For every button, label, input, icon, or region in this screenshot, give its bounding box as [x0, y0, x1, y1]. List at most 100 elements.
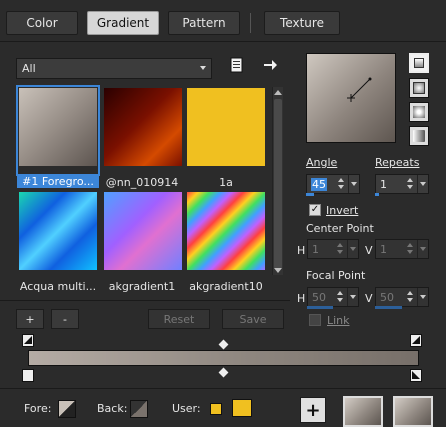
scroll-down-icon[interactable] [274, 268, 282, 273]
gradient-label: Acqua multi... [19, 280, 97, 293]
gradient-label: akgradient10 [189, 280, 263, 293]
gradient-swatch[interactable] [16, 85, 100, 176]
invert-label: Invert [326, 204, 358, 217]
category-dropdown[interactable]: All [16, 58, 212, 79]
gradient-swatch[interactable] [103, 87, 183, 174]
tab-gradient[interactable]: Gradient [87, 11, 159, 35]
focal-h-slider[interactable] [307, 306, 333, 309]
tab-separator [250, 13, 251, 33]
recent-gradient-2[interactable] [393, 396, 433, 427]
link-checkbox[interactable] [309, 314, 321, 326]
opacity-midpoint[interactable] [218, 339, 229, 350]
center-h-stepper[interactable] [335, 240, 346, 258]
list-divider [0, 300, 290, 301]
gradient-label: akgradient1 [108, 280, 176, 293]
button-label: Save [239, 312, 267, 326]
link-label-text: Link [327, 314, 350, 327]
add-gradient-button[interactable]: + [16, 309, 44, 329]
gradient-preview [187, 88, 265, 166]
gradient-label: #1 Foregro... [17, 175, 99, 188]
button-label: + [305, 399, 321, 421]
recent-gradient-1[interactable] [343, 396, 383, 427]
chevron-down-icon[interactable] [348, 175, 359, 193]
repeats-field[interactable]: 1 [375, 174, 429, 194]
chevron-down-icon[interactable] [347, 240, 358, 258]
user-color-chip[interactable] [232, 399, 252, 417]
back-color-chip[interactable] [130, 400, 148, 418]
chevron-down-icon[interactable] [417, 240, 428, 258]
angle-value: 45 [311, 177, 327, 191]
save-button[interactable]: Save [222, 309, 284, 329]
focal-h-value: 50 [312, 290, 326, 304]
linear-style-button[interactable] [409, 53, 429, 73]
repeats-slider[interactable] [375, 193, 379, 196]
sunburst-style-button[interactable] [409, 102, 429, 122]
gradient-swatch[interactable] [103, 191, 183, 278]
repeats-label: Repeats [375, 156, 419, 169]
gradient-preview [187, 192, 265, 270]
color-stop-left[interactable] [22, 369, 34, 382]
gradient-swatch[interactable] [186, 191, 266, 278]
color-stop-right[interactable] [410, 369, 422, 382]
reset-button[interactable]: Reset [148, 309, 210, 329]
focal-v-value: 50 [380, 290, 394, 304]
center-v-label: V [365, 244, 373, 257]
center-h-label: H [297, 244, 306, 257]
tab-texture[interactable]: Texture [264, 11, 340, 35]
focal-v-stepper[interactable] [405, 288, 416, 306]
chevron-down-icon[interactable] [347, 288, 358, 306]
center-v-stepper[interactable] [405, 240, 416, 258]
repeats-label-text: Repeats [375, 156, 420, 169]
arrow-right-icon[interactable] [262, 57, 278, 73]
repeats-stepper[interactable] [405, 175, 416, 193]
add-to-custom-button[interactable]: + [300, 397, 326, 423]
tab-pattern[interactable]: Pattern [168, 11, 240, 35]
angle-label: Angle [306, 156, 337, 169]
opacity-stop-left[interactable] [22, 334, 34, 347]
radial-style-button[interactable] [409, 126, 429, 146]
focal-v-field[interactable]: 50 [375, 287, 429, 307]
category-value: All [22, 62, 36, 75]
chevron-down-icon[interactable] [417, 175, 428, 193]
scroll-up-icon[interactable] [274, 90, 282, 95]
gradient-swatch[interactable] [18, 191, 98, 278]
center-h-value: 1 [312, 242, 319, 256]
user-label: User: [172, 402, 201, 415]
center-h-field[interactable]: 1 [307, 239, 359, 259]
gradient-preview [19, 88, 97, 166]
focal-point-label: Focal Point [306, 269, 366, 282]
gradient-swatch[interactable] [186, 87, 266, 174]
angle-handle-icon [347, 77, 372, 102]
angle-stepper[interactable] [336, 175, 347, 193]
tab-label: Gradient [96, 16, 150, 30]
user-color-chip-small[interactable] [210, 403, 222, 415]
center-v-field[interactable]: 1 [375, 239, 429, 259]
link-label: Link [327, 314, 350, 327]
focal-h-stepper[interactable] [335, 288, 346, 306]
focal-v-slider[interactable] [375, 306, 402, 309]
focal-h-field[interactable]: 50 [307, 287, 359, 307]
gradient-preview-large[interactable] [306, 53, 396, 143]
gradient-label: @nn_010914 [105, 176, 179, 189]
remove-gradient-button[interactable]: - [51, 309, 79, 329]
rectangular-style-button[interactable] [409, 78, 429, 98]
tab-color[interactable]: Color [6, 11, 78, 35]
scroll-thumb[interactable] [274, 99, 282, 269]
fore-color-chip[interactable] [58, 400, 76, 418]
angle-field[interactable]: 45 [306, 174, 360, 194]
chevron-down-icon[interactable] [417, 288, 428, 306]
angle-label-text: Angle [306, 156, 338, 169]
focal-h-label: H [297, 292, 306, 305]
invert-checkbox[interactable]: ✓ [309, 204, 321, 216]
gradient-editor-bar[interactable] [28, 350, 419, 366]
gradient-label: 1a [219, 176, 233, 189]
chevron-down-icon [200, 66, 206, 70]
tab-label: Color [26, 16, 58, 30]
back-label: Back: [97, 402, 128, 415]
open-file-icon[interactable] [229, 57, 245, 73]
opacity-stop-right[interactable] [410, 334, 422, 347]
color-midpoint[interactable] [218, 367, 229, 378]
angle-slider[interactable] [306, 193, 314, 196]
tab-label: Pattern [182, 16, 226, 30]
tab-label: Texture [280, 16, 324, 30]
